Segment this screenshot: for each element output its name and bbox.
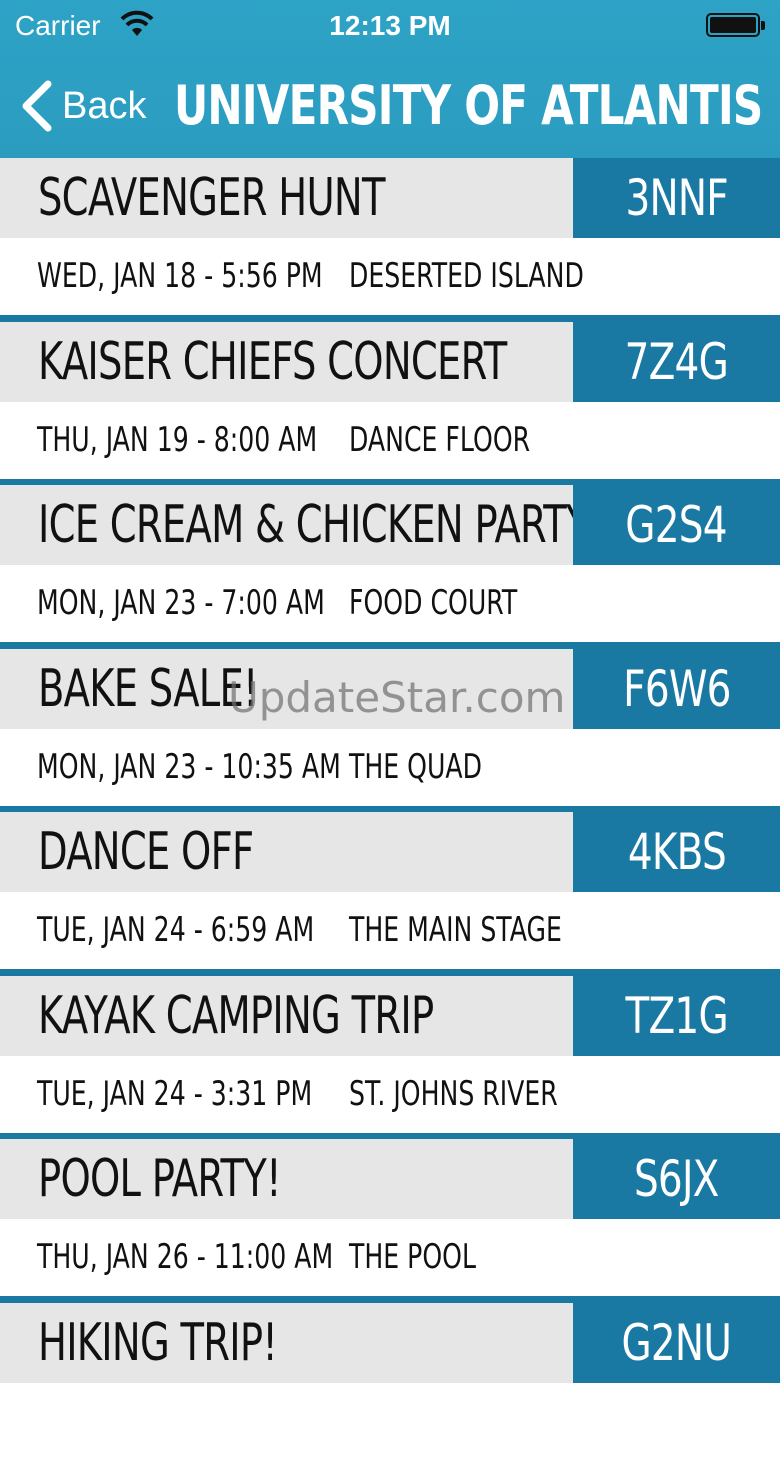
event-code-badge: G2S4 <box>573 485 780 565</box>
event-details: WED, JAN 18 - 5:56 PM DESERTED ISLAND <box>0 238 780 315</box>
event-row[interactable]: BAKE SALE! F6W6 MON, JAN 23 - 10:35 AM T… <box>0 649 780 813</box>
event-details: MON, JAN 23 - 10:35 AM THE QUAD <box>0 729 780 806</box>
event-code-badge: G2NU <box>573 1303 780 1383</box>
event-header: BAKE SALE! F6W6 <box>0 649 780 729</box>
event-location: DESERTED ISLAND <box>349 238 584 315</box>
event-title: ICE CREAM & CHICKEN PARTY <box>38 485 589 565</box>
event-row[interactable]: KAISER CHIEFS CONCERT 7Z4G THU, JAN 19 -… <box>0 322 780 486</box>
event-code: TZ1G <box>625 976 727 1056</box>
event-row[interactable]: KAYAK CAMPING TRIP TZ1G TUE, JAN 24 - 3:… <box>0 976 780 1140</box>
event-header: POOL PARTY! S6JX <box>0 1139 780 1219</box>
event-code-badge: F6W6 <box>573 649 780 729</box>
event-code: 7Z4G <box>625 322 728 402</box>
event-location: THE POOL <box>349 1219 476 1296</box>
event-title: POOL PARTY! <box>38 1139 281 1219</box>
battery-icon <box>706 13 760 37</box>
event-list: SCAVENGER HUNT 3NNF WED, JAN 18 - 5:56 P… <box>0 158 780 1466</box>
event-location: THE QUAD <box>349 729 482 806</box>
event-code: F6W6 <box>623 649 731 729</box>
event-date: TUE, JAN 24 - 3:31 PM <box>37 1056 312 1133</box>
event-location: ST. JOHNS RIVER <box>349 1056 558 1133</box>
back-label: Back <box>62 85 146 128</box>
event-row[interactable]: SCAVENGER HUNT 3NNF WED, JAN 18 - 5:56 P… <box>0 158 780 322</box>
event-code-badge: 4KBS <box>573 812 780 892</box>
event-location: DANCE FLOOR <box>349 402 530 479</box>
event-row[interactable]: POOL PARTY! S6JX THU, JAN 26 - 11:00 AM … <box>0 1139 780 1303</box>
event-details: TUE, JAN 24 - 3:31 PM ST. JOHNS RIVER <box>0 1056 780 1133</box>
event-date: THU, JAN 19 - 8:00 AM <box>37 402 317 479</box>
event-header: ICE CREAM & CHICKEN PARTY G2S4 <box>0 485 780 565</box>
event-details: THU, JAN 19 - 8:00 AM DANCE FLOOR <box>0 402 780 479</box>
event-date: THU, JAN 26 - 11:00 AM <box>37 1219 333 1296</box>
event-date: MON, JAN 23 - 10:35 AM <box>37 729 341 806</box>
event-code: 4KBS <box>627 812 725 892</box>
event-title: HIKING TRIP! <box>38 1303 277 1383</box>
event-code: G2NU <box>622 1303 732 1383</box>
chevron-left-icon <box>18 80 56 132</box>
event-title: BAKE SALE! <box>38 649 258 729</box>
event-code-badge: 3NNF <box>573 158 780 238</box>
event-header: HIKING TRIP! G2NU <box>0 1303 780 1383</box>
event-code: S6JX <box>634 1139 719 1219</box>
event-title: KAYAK CAMPING TRIP <box>38 976 433 1056</box>
back-button[interactable]: Back <box>18 78 146 134</box>
event-date: WED, JAN 18 - 5:56 PM <box>37 238 323 315</box>
event-code: G2S4 <box>626 485 727 565</box>
event-details: TUE, JAN 24 - 6:59 AM THE MAIN STAGE <box>0 892 780 969</box>
status-time: 12:13 PM <box>0 10 780 42</box>
event-title: DANCE OFF <box>38 812 253 892</box>
event-details <box>0 1383 780 1460</box>
event-code: 3NNF <box>625 158 727 238</box>
event-title: SCAVENGER HUNT <box>38 158 385 238</box>
event-details: MON, JAN 23 - 7:00 AM FOOD COURT <box>0 565 780 642</box>
header: Carrier 12:13 PM Back UNIVERSITY OF ATLA… <box>0 0 780 158</box>
event-row[interactable]: DANCE OFF 4KBS TUE, JAN 24 - 6:59 AM THE… <box>0 812 780 976</box>
event-row[interactable]: HIKING TRIP! G2NU <box>0 1303 780 1466</box>
page-title: UNIVERSITY OF ATLANTIS <box>174 66 762 146</box>
event-date: TUE, JAN 24 - 6:59 AM <box>37 892 314 969</box>
status-bar: Carrier 12:13 PM <box>0 0 780 54</box>
event-location: THE MAIN STAGE <box>349 892 562 969</box>
event-code-badge: TZ1G <box>573 976 780 1056</box>
event-code-badge: 7Z4G <box>573 322 780 402</box>
navigation-bar: Back UNIVERSITY OF ATLANTIS <box>0 60 780 150</box>
event-header: SCAVENGER HUNT 3NNF <box>0 158 780 238</box>
event-location: FOOD COURT <box>349 565 517 642</box>
event-date: MON, JAN 23 - 7:00 AM <box>37 565 325 642</box>
event-header: KAYAK CAMPING TRIP TZ1G <box>0 976 780 1056</box>
event-details: THU, JAN 26 - 11:00 AM THE POOL <box>0 1219 780 1296</box>
event-row[interactable]: ICE CREAM & CHICKEN PARTY G2S4 MON, JAN … <box>0 485 780 649</box>
event-code-badge: S6JX <box>573 1139 780 1219</box>
event-header: DANCE OFF 4KBS <box>0 812 780 892</box>
event-title: KAISER CHIEFS CONCERT <box>38 322 507 402</box>
event-header: KAISER CHIEFS CONCERT 7Z4G <box>0 322 780 402</box>
